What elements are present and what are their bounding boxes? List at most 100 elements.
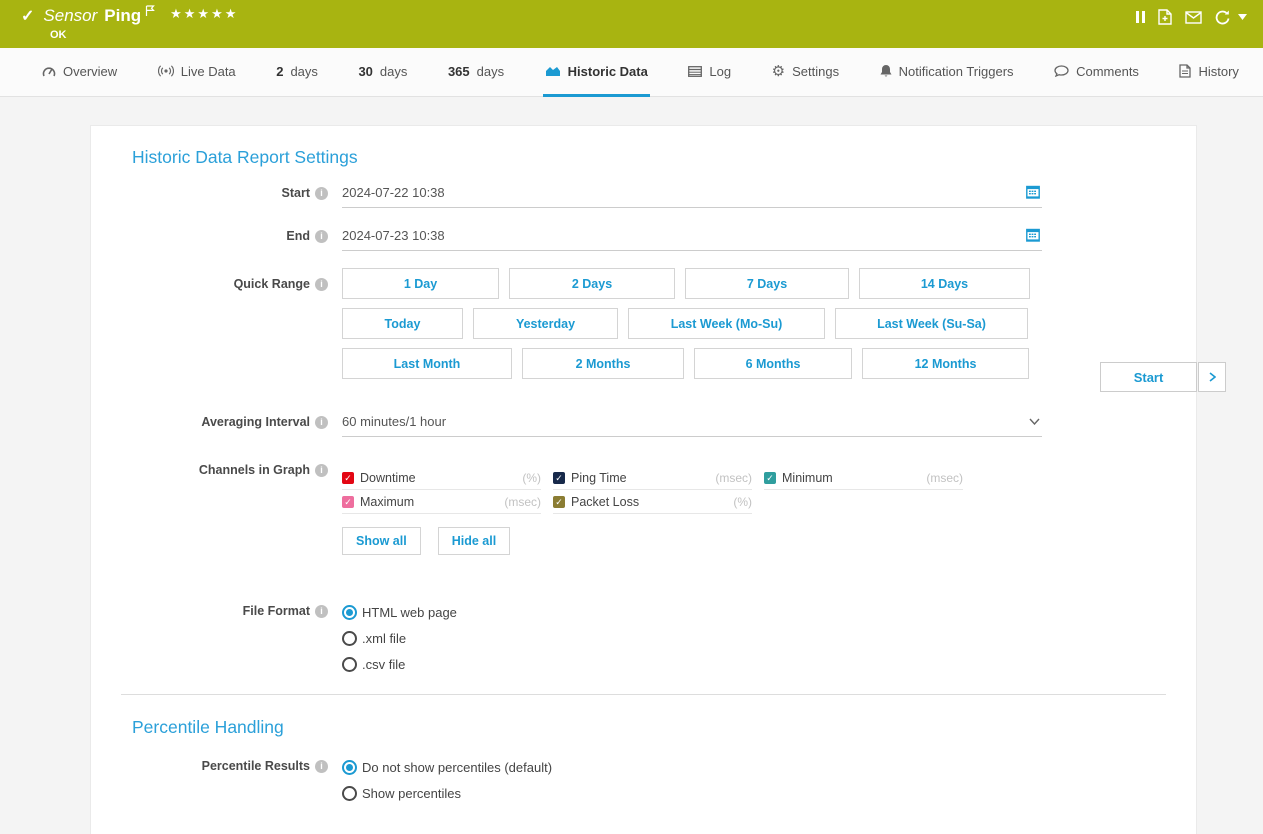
list-icon (688, 66, 702, 77)
settings-card: Historic Data Report Settings Start 2024… (90, 125, 1197, 834)
quick-range-7-days-button[interactable]: 7 Days (685, 268, 849, 299)
priority-stars[interactable]: ★★★★★ (170, 6, 238, 22)
quick-range-yesterday-button[interactable]: Yesterday (473, 308, 618, 339)
quick-range-row-2: Today Yesterday Last Week (Mo-Su) Last W… (342, 308, 1042, 339)
channel-unit: (%) (733, 495, 752, 509)
quick-range-last-week-mo-su-button[interactable]: Last Week (Mo-Su) (628, 308, 825, 339)
caret-down-icon[interactable] (1238, 14, 1247, 20)
report-icon[interactable] (1158, 9, 1172, 25)
quick-range-1-day-button[interactable]: 1 Day (342, 268, 499, 299)
prtg-sensor-page: ✓ Sensor Ping ★★★★★ OK (0, 0, 1263, 834)
tab-comments[interactable]: Comments (1052, 48, 1141, 97)
info-icon[interactable] (315, 605, 328, 618)
calendar-icon[interactable] (1026, 228, 1040, 245)
radio-icon[interactable] (342, 631, 357, 646)
tab-label: Log (709, 64, 731, 79)
info-icon[interactable] (315, 278, 328, 291)
quick-range-12-months-button[interactable]: 12 Months (862, 348, 1029, 379)
refresh-icon[interactable] (1215, 10, 1231, 25)
tab-notification-triggers[interactable]: Notification Triggers (878, 48, 1016, 97)
sensor-type-label: Sensor (43, 6, 97, 26)
sensor-header: ✓ Sensor Ping ★★★★★ OK (0, 0, 1263, 48)
show-all-button[interactable]: Show all (342, 527, 421, 555)
sensor-status-badge: OK (50, 29, 67, 41)
start-label: Start (282, 186, 310, 200)
quick-range-row-3: Last Month 2 Months 6 Months 12 Months (342, 348, 1042, 379)
quick-range-6-months-button[interactable]: 6 Months (694, 348, 852, 379)
flag-icon[interactable] (145, 4, 156, 22)
form-row-averaging-interval: Averaging Interval 60 minutes/1 hour (91, 412, 1196, 437)
tab-30-days[interactable]: 30 days (356, 48, 409, 97)
quick-range-last-month-button[interactable]: Last Month (342, 348, 512, 379)
calendar-icon[interactable] (1026, 185, 1040, 202)
form-row-start: Start 2024-07-22 10:38 (91, 183, 1196, 208)
downtime-checkbox[interactable] (342, 472, 354, 484)
tab-365-days[interactable]: 365 days (446, 48, 506, 97)
tab-number: 30 (358, 64, 372, 79)
file-format-option-csv[interactable]: .csv file (342, 651, 1042, 677)
info-icon[interactable] (315, 187, 328, 200)
quick-range-2-days-button[interactable]: 2 Days (509, 268, 675, 299)
channel-unit: (%) (522, 471, 541, 485)
section-title-percentile: Percentile Handling (132, 717, 1196, 738)
averaging-interval-select[interactable]: 60 minutes/1 hour (342, 412, 1042, 437)
quick-range-row-1: 1 Day 2 Days 7 Days 14 Days (342, 268, 1042, 299)
radio-selected-icon[interactable] (342, 760, 357, 775)
tab-log[interactable]: Log (686, 48, 733, 97)
start-datetime-input[interactable]: 2024-07-22 10:38 (342, 183, 1042, 208)
info-icon[interactable] (315, 230, 328, 243)
tab-number: 365 (448, 64, 470, 79)
averaging-interval-value: 60 minutes/1 hour (342, 414, 446, 429)
channel-name: Ping Time (571, 471, 715, 485)
tab-overview[interactable]: Overview (40, 48, 119, 97)
gauge-icon (42, 65, 56, 78)
channel-name: Downtime (360, 471, 522, 485)
quick-range-today-button[interactable]: Today (342, 308, 463, 339)
tab-settings[interactable]: ⚙ Settings (770, 48, 841, 97)
quick-range-last-week-su-sa-button[interactable]: Last Week (Su-Sa) (835, 308, 1028, 339)
info-icon[interactable] (315, 464, 328, 477)
tab-label: days (290, 64, 317, 79)
bell-icon (880, 64, 892, 78)
quick-range-2-months-button[interactable]: 2 Months (522, 348, 684, 379)
radio-icon[interactable] (342, 786, 357, 801)
chevron-right-button[interactable] (1198, 362, 1226, 392)
start-report-button[interactable]: Start (1100, 362, 1197, 392)
file-format-option-html[interactable]: HTML web page (342, 599, 1042, 625)
area-chart-icon (545, 65, 561, 77)
radio-label: .csv file (362, 657, 405, 672)
info-icon[interactable] (315, 760, 328, 773)
minimum-checkbox[interactable] (764, 472, 776, 484)
channel-maximum: Maximum (msec) (342, 490, 541, 514)
info-icon[interactable] (315, 416, 328, 429)
start-split-button: Start (1100, 362, 1226, 392)
file-format-option-xml[interactable]: .xml file (342, 625, 1042, 651)
packet-loss-checkbox[interactable] (553, 496, 565, 508)
ping-time-checkbox[interactable] (553, 472, 565, 484)
channel-unit: (msec) (504, 495, 541, 509)
percentile-option-hide[interactable]: Do not show percentiles (default) (342, 754, 1042, 780)
section-title-report-settings: Historic Data Report Settings (132, 147, 1196, 168)
quick-range-label: Quick Range (234, 277, 310, 291)
maximum-checkbox[interactable] (342, 496, 354, 508)
channel-downtime: Downtime (%) (342, 466, 541, 490)
mail-icon[interactable] (1185, 11, 1202, 24)
radio-selected-icon[interactable] (342, 605, 357, 620)
form-row-end: End 2024-07-23 10:38 (91, 226, 1196, 251)
tab-live-data[interactable]: Live Data (156, 48, 238, 97)
tab-label: days (380, 64, 407, 79)
radio-icon[interactable] (342, 657, 357, 672)
tab-historic-data[interactable]: Historic Data (543, 48, 650, 97)
pause-icon[interactable] (1136, 11, 1145, 23)
radio-label: HTML web page (362, 605, 457, 620)
tab-history[interactable]: History (1177, 48, 1240, 97)
tab-2-days[interactable]: 2 days (274, 48, 320, 97)
page-icon (1179, 64, 1191, 78)
percentile-option-show[interactable]: Show percentiles (342, 780, 1042, 806)
end-datetime-input[interactable]: 2024-07-23 10:38 (342, 226, 1042, 251)
hide-all-button[interactable]: Hide all (438, 527, 510, 555)
quick-range-14-days-button[interactable]: 14 Days (859, 268, 1030, 299)
channel-unit: (msec) (715, 471, 752, 485)
tab-label: Historic Data (568, 64, 648, 79)
end-label: End (286, 229, 310, 243)
